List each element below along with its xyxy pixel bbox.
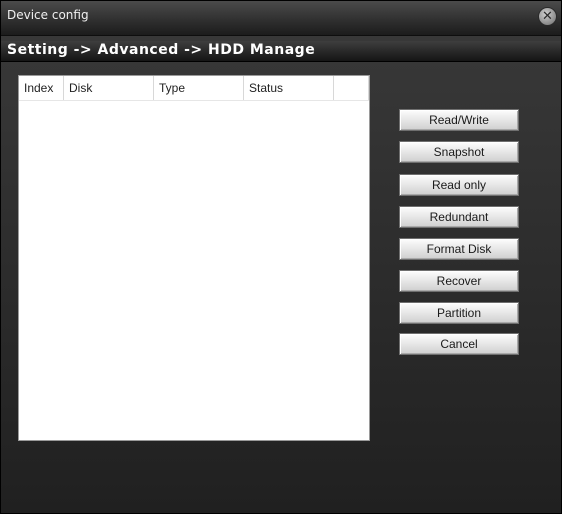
window-title: Device config xyxy=(7,8,89,22)
read-only-button[interactable]: Read only xyxy=(399,174,519,196)
table-header: Index Disk Type Status xyxy=(19,76,369,101)
read-write-button[interactable]: Read/Write xyxy=(399,109,519,131)
column-header-disk[interactable]: Disk xyxy=(64,76,154,100)
column-header-status[interactable]: Status xyxy=(244,76,334,100)
breadcrumb: Setting -> Advanced -> HDD Manage xyxy=(1,41,561,62)
redundant-button[interactable]: Redundant xyxy=(399,206,519,228)
title-bar[interactable]: Device config ✕ xyxy=(1,1,561,36)
cancel-button[interactable]: Cancel xyxy=(399,333,519,355)
recover-button[interactable]: Recover xyxy=(399,270,519,292)
hdd-list-table[interactable]: Index Disk Type Status xyxy=(18,75,370,441)
device-config-window: Device config ✕ Setting -> Advanced -> H… xyxy=(0,0,562,514)
partition-button[interactable]: Partition xyxy=(399,302,519,324)
breadcrumb-text: Setting -> Advanced -> HDD Manage xyxy=(7,42,316,58)
column-header-type[interactable]: Type xyxy=(154,76,244,100)
snapshot-button[interactable]: Snapshot xyxy=(399,141,519,163)
column-header-extra[interactable] xyxy=(334,76,369,100)
format-disk-button[interactable]: Format Disk xyxy=(399,238,519,260)
close-icon[interactable]: ✕ xyxy=(538,7,557,26)
column-header-index[interactable]: Index xyxy=(19,76,64,100)
